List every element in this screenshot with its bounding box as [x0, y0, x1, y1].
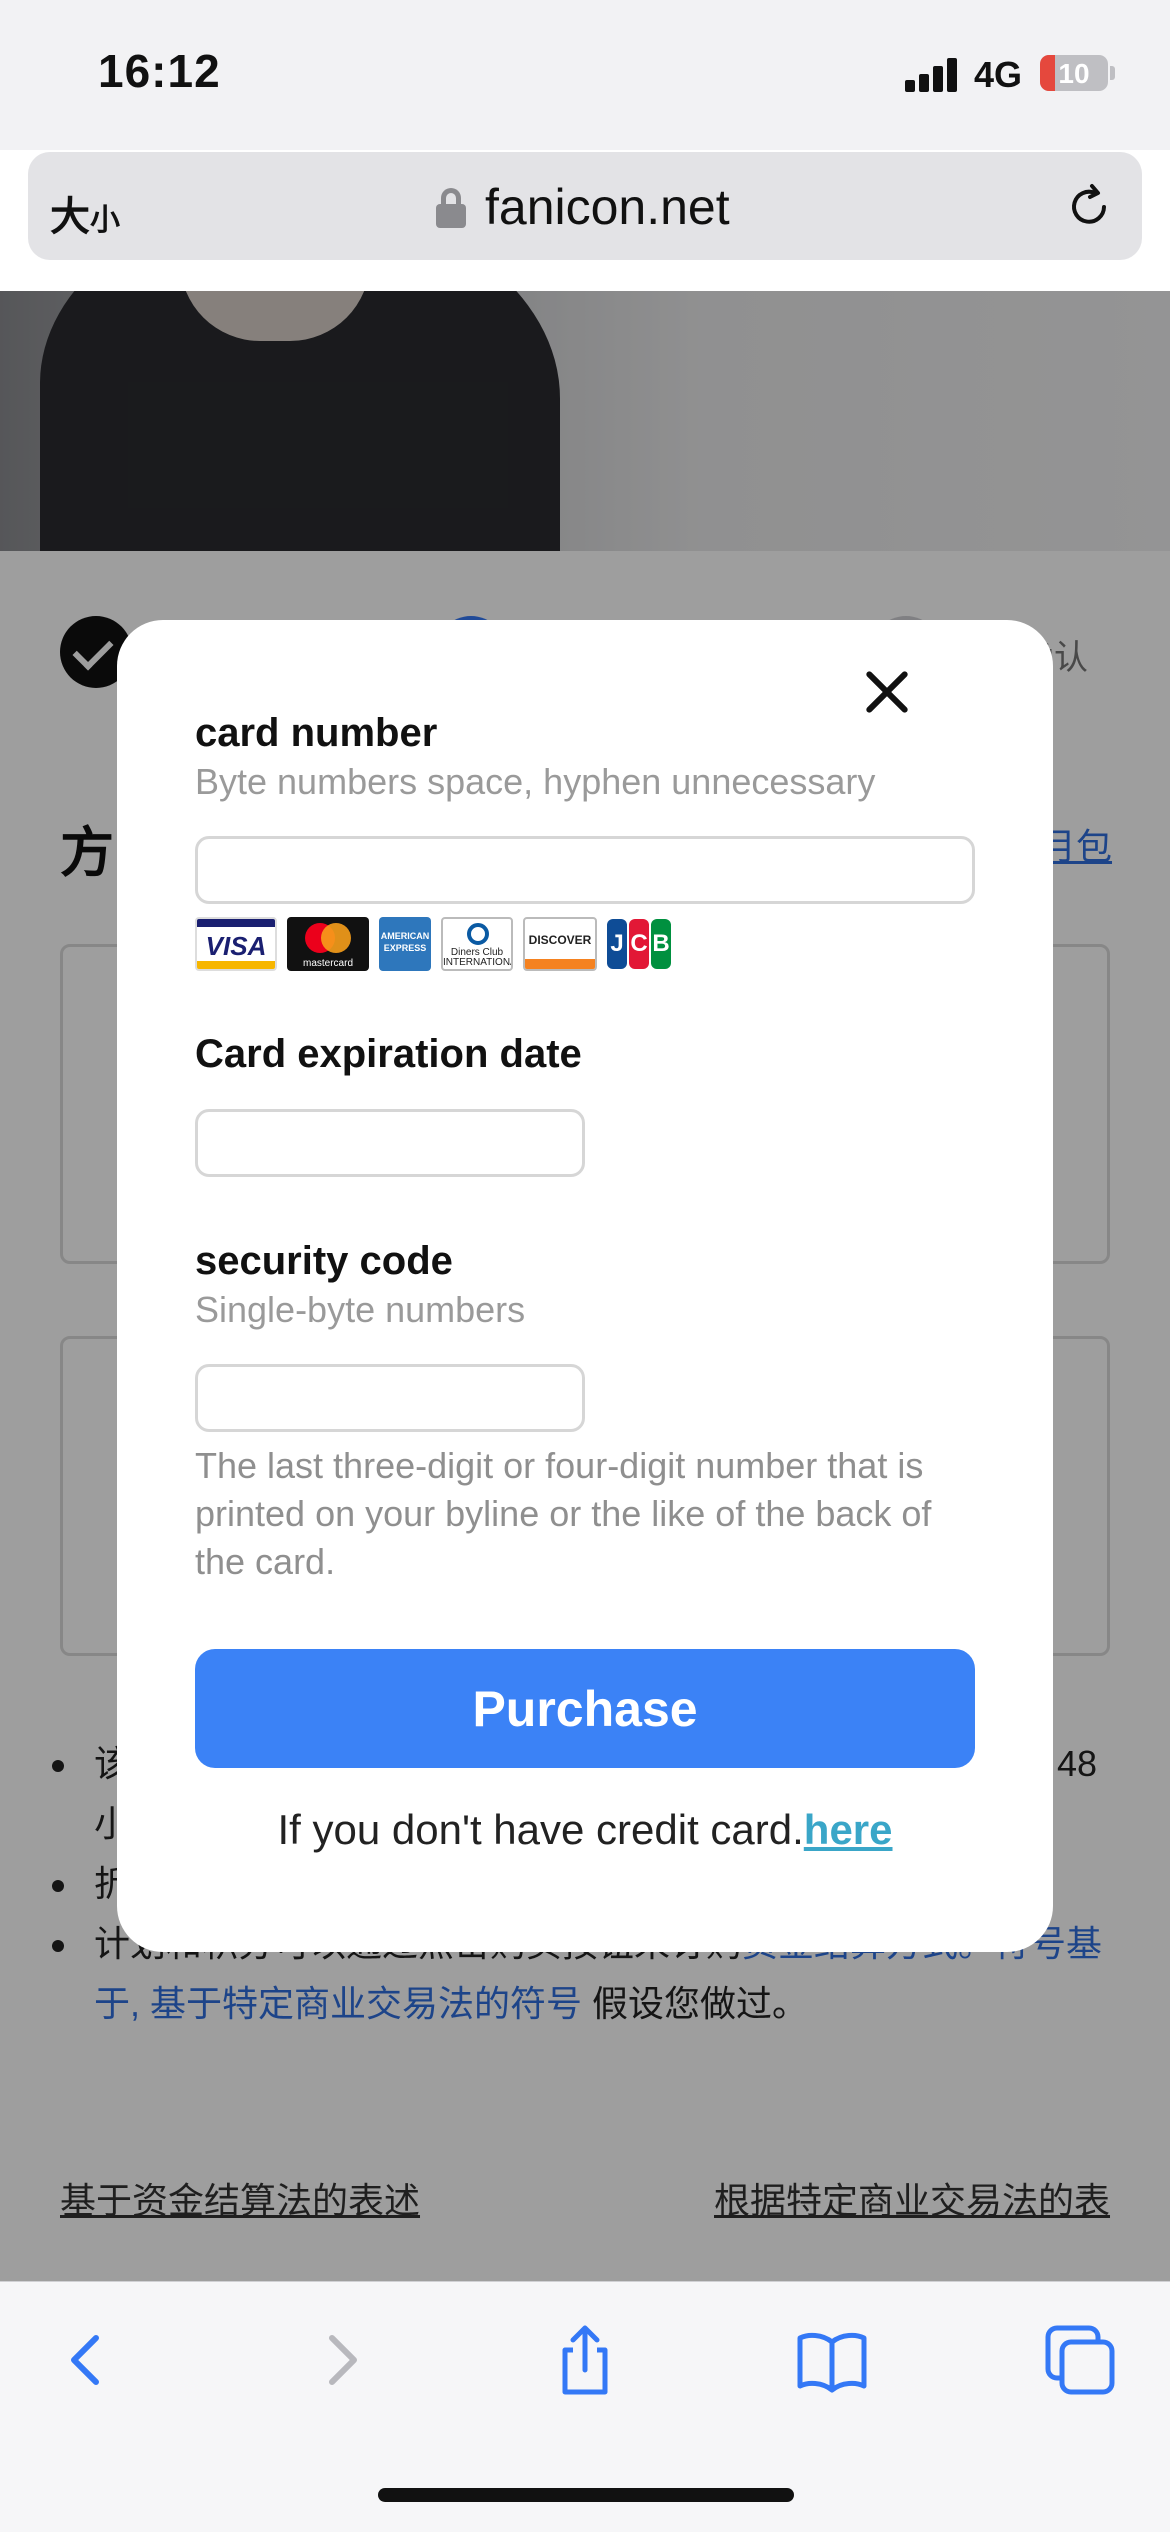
network-type: 4G	[974, 54, 1023, 95]
battery-percent: 10	[1058, 58, 1090, 89]
card-number-label: card number	[195, 711, 438, 755]
card-brand-logos: VISA mastercard AMERICAN EXPRESS Diners …	[195, 917, 695, 971]
text-size-small: 小	[90, 204, 120, 237]
text-size-button[interactable]: 大小	[50, 184, 120, 242]
close-button[interactable]	[856, 662, 916, 722]
back-icon[interactable]	[48, 2320, 128, 2400]
battery-icon: 10	[1040, 55, 1108, 91]
security-code-input[interactable]	[195, 1364, 585, 1432]
no-card-here-link[interactable]: here	[804, 1806, 893, 1853]
share-icon[interactable]	[545, 2320, 625, 2400]
home-indicator	[378, 2488, 794, 2502]
reload-icon[interactable]	[1064, 182, 1114, 232]
diners-club-logo: Diners Club INTERNATIONAL	[441, 917, 513, 971]
card-number-input[interactable]	[195, 836, 975, 904]
lock-icon	[436, 188, 466, 228]
visa-logo: VISA	[195, 917, 277, 971]
purchase-button[interactable]: Purchase	[195, 1649, 975, 1768]
jcb-logo: JCB	[607, 917, 671, 971]
security-code-help: The last three-digit or four-digit numbe…	[195, 1445, 932, 1582]
address-bar[interactable]: 大小 fanicon.net	[28, 152, 1142, 260]
no-card-text: If you don't have credit card.	[277, 1806, 804, 1853]
discover-logo: DISCOVER	[523, 917, 597, 971]
url-text[interactable]: fanicon.net	[485, 178, 730, 236]
card-number-hint: Byte numbers space, hyphen unnecessary	[195, 761, 876, 802]
battery-cap	[1110, 66, 1115, 80]
forward-icon[interactable]	[300, 2320, 380, 2400]
bookmarks-icon[interactable]	[792, 2320, 872, 2400]
status-bar: 16:12 4G 10	[0, 0, 1170, 150]
no-card-note: If you don't have credit card.here	[0, 1806, 1170, 1854]
cellular-signal-icon	[905, 58, 959, 92]
security-code-label: security code	[195, 1239, 453, 1283]
text-size-large: 大	[50, 195, 90, 239]
amex-logo: AMERICAN EXPRESS	[379, 917, 431, 971]
status-time: 16:12	[98, 45, 221, 97]
expiry-label: Card expiration date	[195, 1032, 582, 1076]
expiry-input[interactable]	[195, 1109, 585, 1177]
security-code-hint: Single-byte numbers	[195, 1289, 526, 1330]
tabs-icon[interactable]	[1040, 2320, 1120, 2400]
mastercard-logo: mastercard	[287, 917, 369, 971]
